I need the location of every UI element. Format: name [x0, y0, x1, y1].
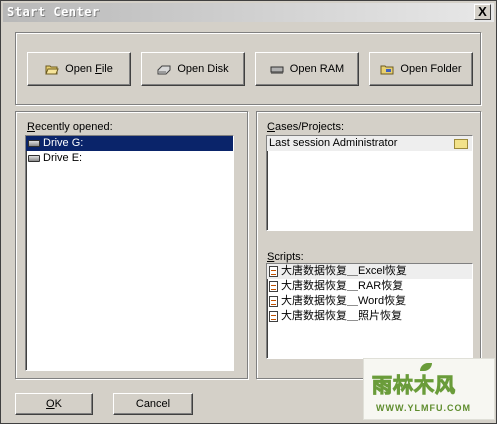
list-item[interactable]: 大唐数据恢复＿照片恢复 [267, 309, 472, 324]
open-folder-icon [45, 64, 59, 75]
disk-icon [157, 64, 171, 75]
open-folder-label: Open Folder [400, 63, 462, 75]
folder-icon [380, 64, 394, 75]
scripts-label: Scripts: [267, 251, 304, 263]
open-disk-button[interactable]: Open Disk [141, 52, 245, 86]
ok-button[interactable]: OK [15, 393, 93, 415]
script-icon [269, 266, 278, 277]
open-file-button[interactable]: Open File [27, 52, 131, 86]
watermark-url: WWW.YLMFU.COM [376, 403, 471, 413]
drive-icon [28, 140, 40, 147]
list-item[interactable]: Last session Administrator [267, 136, 472, 151]
list-item[interactable]: 大唐数据恢复＿Excel恢复 [267, 264, 472, 279]
list-item[interactable]: Drive E: [26, 151, 233, 166]
window-title: Start Center [7, 5, 100, 19]
cancel-button[interactable]: Cancel [113, 393, 193, 415]
close-button[interactable]: X [474, 4, 491, 20]
ram-icon [270, 64, 284, 75]
script-icon [269, 281, 278, 292]
list-item[interactable]: 大唐数据恢复＿Word恢复 [267, 294, 472, 309]
scripts-list[interactable]: 大唐数据恢复＿Excel恢复 大唐数据恢复＿RAR恢复 大唐数据恢复＿Word恢… [266, 263, 473, 359]
recent-list[interactable]: Drive G: Drive E: [25, 135, 234, 371]
cases-label: Cases/Projects: [267, 121, 345, 133]
script-icon [269, 311, 278, 322]
start-center-window: Start Center X Open File Open Disk Open … [0, 0, 497, 424]
cases-list[interactable]: Last session Administrator [266, 135, 473, 231]
script-icon [269, 296, 278, 307]
list-item[interactable]: Drive G: [26, 136, 233, 151]
folder-icon [454, 139, 468, 149]
ok-label: OK [46, 398, 62, 410]
open-folder-button[interactable]: Open Folder [369, 52, 473, 86]
recent-label: Recently opened: [27, 121, 113, 133]
open-ram-label: Open RAM [289, 63, 345, 75]
title-bar: Start Center X [3, 3, 494, 22]
open-disk-label: Open Disk [177, 63, 229, 75]
open-file-label: Open File [65, 63, 113, 75]
watermark-text: 雨林木风 [372, 373, 456, 398]
open-ram-button[interactable]: Open RAM [255, 52, 359, 86]
watermark-logo: 雨林木风 WWW.YLMFU.COM [363, 358, 495, 420]
list-item[interactable]: 大唐数据恢复＿RAR恢复 [267, 279, 472, 294]
drive-icon [28, 155, 40, 162]
